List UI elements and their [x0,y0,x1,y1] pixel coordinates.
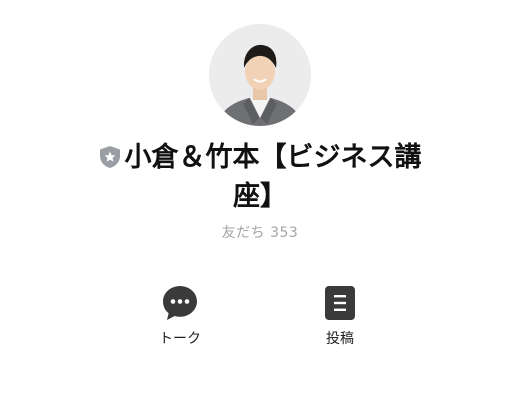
posts-label: 投稿 [326,331,354,347]
chat-bubble-icon [130,284,230,322]
avatar[interactable] [209,24,311,126]
shield-star-icon [99,143,121,179]
post-list-icon [290,284,390,322]
posts-button[interactable]: 投稿 [290,284,390,348]
account-name: 小倉＆竹本【ビジネス講 座】 [60,140,460,215]
line-account-profile: 小倉＆竹本【ビジネス講 座】 友だち 353 トーク 投稿 [0,0,520,407]
friends-count: 友だち 353 [221,225,299,241]
person-photo-icon [209,24,311,126]
account-name-line-2: 座】 [233,181,287,212]
talk-button[interactable]: トーク [130,284,230,348]
account-name-line-1: 小倉＆竹本【ビジネス講 [60,140,460,179]
talk-label: トーク [159,331,201,347]
account-name-text-1: 小倉＆竹本【ビジネス講 [124,142,422,173]
